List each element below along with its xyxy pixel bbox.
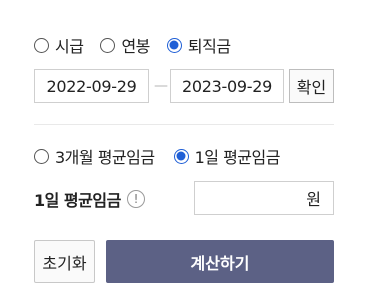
radio-three-month-avg-indicator[interactable]	[34, 148, 49, 164]
radio-daily-avg-label: 1일 평균임금	[194, 148, 281, 167]
radio-three-month-avg-label: 3개월 평균임금	[55, 148, 155, 167]
radio-daily-avg[interactable]: 1일 평균임금	[173, 144, 281, 168]
radio-severance-label: 퇴직금	[187, 37, 231, 56]
daily-avg-wage-label: 1일 평균임금	[34, 191, 121, 210]
currency-unit: 원	[306, 190, 321, 209]
start-date-input[interactable]: 2022-09-29	[34, 69, 149, 103]
radio-severance[interactable]: 퇴직금	[166, 33, 231, 57]
radio-annual[interactable]: 연봉	[100, 33, 150, 57]
radio-hourly-label: 시급	[55, 37, 84, 56]
reset-button[interactable]: 초기화	[34, 240, 95, 283]
divider	[34, 124, 334, 125]
pay-type-group: 시급 연봉 퇴직금	[34, 33, 231, 57]
calculate-button[interactable]: 계산하기	[106, 240, 334, 283]
daily-avg-wage-input[interactable]: 원	[194, 181, 334, 215]
daily-avg-wage-label-row: 1일 평균임금 !	[34, 187, 145, 211]
radio-annual-label: 연봉	[121, 37, 150, 56]
avg-type-group: 3개월 평균임금 1일 평균임금	[34, 144, 280, 168]
radio-three-month-avg[interactable]: 3개월 평균임금	[34, 144, 155, 168]
confirm-button[interactable]: 확인	[289, 69, 334, 103]
radio-annual-indicator[interactable]	[100, 37, 116, 53]
radio-severance-indicator[interactable]	[166, 37, 182, 53]
severance-calculator: 시급 연봉 퇴직금 2022-09-29 — 2023-09-29 확인 3개월…	[0, 0, 369, 305]
radio-hourly-indicator[interactable]	[34, 37, 49, 53]
radio-hourly[interactable]: 시급	[34, 33, 84, 57]
radio-daily-avg-indicator[interactable]	[173, 148, 189, 164]
info-icon[interactable]: !	[126, 190, 145, 208]
date-separator: —	[154, 78, 168, 94]
end-date-input[interactable]: 2023-09-29	[170, 69, 284, 103]
